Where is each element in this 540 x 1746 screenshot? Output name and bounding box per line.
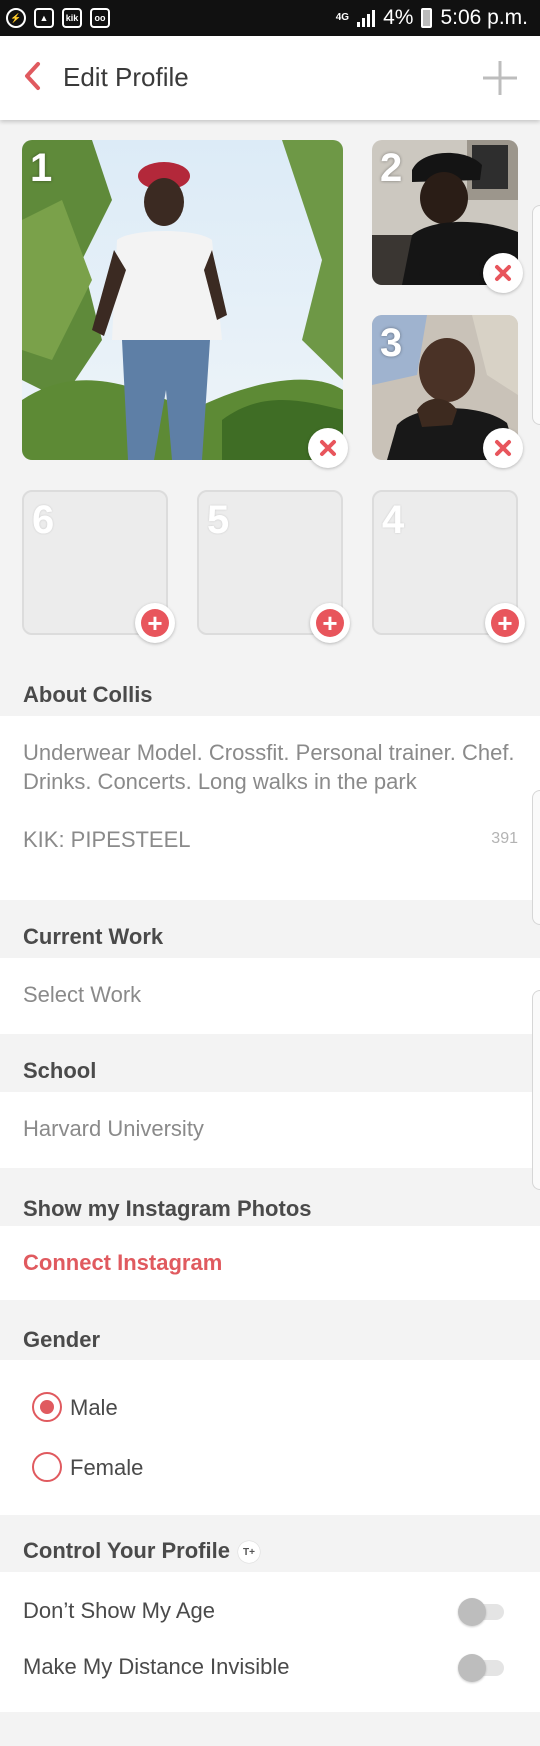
network-type: 4G	[335, 12, 350, 23]
photo-number: 2	[380, 146, 403, 190]
control-options: Don’t Show My Age Make My Distance Invis…	[0, 1572, 540, 1712]
photo-number: 1	[30, 146, 53, 190]
hide-distance-label: Make My Distance Invisible	[23, 1654, 290, 1679]
remove-photo-1-button[interactable]	[308, 428, 348, 468]
close-icon	[495, 440, 511, 456]
work-field[interactable]: Select Work	[0, 958, 540, 1034]
about-textarea[interactable]: Underwear Model. Crossfit. Personal trai…	[0, 716, 540, 900]
school-field[interactable]: Harvard University	[0, 1092, 540, 1168]
voicemail-icon: oo	[90, 8, 110, 28]
back-button[interactable]	[18, 58, 48, 94]
plus-icon	[483, 61, 517, 95]
gender-option-label[interactable]: Female	[70, 1455, 143, 1481]
plus-icon: +	[141, 609, 169, 637]
scroll-indicator[interactable]	[532, 790, 540, 925]
chevron-left-icon	[25, 62, 40, 90]
about-section-title: About Collis	[23, 682, 153, 707]
plus-icon: +	[491, 609, 519, 637]
battery-percent: 4%	[383, 6, 414, 29]
toggle-knob	[458, 1654, 486, 1682]
instagram-block: Connect Instagram	[0, 1226, 540, 1300]
photo-number: 5	[207, 498, 230, 542]
photo-slot-1[interactable]: 1	[22, 140, 343, 460]
control-title-text: Control Your Profile	[23, 1538, 230, 1563]
gender-options: Male Female	[0, 1360, 540, 1515]
add-photo-5-button[interactable]: +	[310, 603, 350, 643]
work-value: Select Work	[23, 982, 142, 1007]
radio-female[interactable]	[32, 1452, 62, 1482]
photo-number: 4	[382, 498, 405, 542]
scroll-indicator[interactable]	[532, 990, 540, 1190]
add-button[interactable]	[480, 58, 520, 98]
hide-age-label: Don’t Show My Age	[23, 1598, 215, 1623]
close-icon	[495, 265, 511, 281]
photo-number: 3	[380, 321, 403, 365]
work-section-title: Current Work	[23, 924, 164, 949]
app-header: Edit Profile	[0, 36, 540, 120]
scroll-indicator[interactable]	[532, 205, 540, 425]
tinder-plus-badge: T+	[237, 1541, 260, 1564]
toggle-knob	[458, 1598, 486, 1626]
signal-icon	[357, 9, 376, 27]
control-section-title: Control Your Profile T+	[23, 1538, 260, 1564]
school-section-title: School	[23, 1058, 97, 1083]
clock: 5:06 p.m.	[440, 6, 528, 29]
add-photo-4-button[interactable]: +	[485, 603, 525, 643]
hide-age-toggle[interactable]	[458, 1598, 504, 1626]
kik-icon: kik	[62, 8, 82, 28]
radio-male[interactable]	[32, 1392, 62, 1422]
image-icon: ▲	[34, 8, 54, 28]
photo-number: 6	[32, 498, 55, 542]
page-title: Edit Profile	[63, 62, 189, 92]
connect-instagram-link[interactable]: Connect Instagram	[23, 1250, 222, 1276]
add-photo-6-button[interactable]: +	[135, 603, 175, 643]
remove-photo-2-button[interactable]	[483, 253, 523, 293]
about-text: Underwear Model. Crossfit. Personal trai…	[23, 740, 515, 852]
remove-photo-3-button[interactable]	[483, 428, 523, 468]
character-counter: 391	[491, 830, 518, 847]
profile-photo	[22, 140, 343, 460]
status-bar: ⚡ ▲ kik oo 4G 4% 5:06 p.m.	[0, 0, 540, 36]
messenger-icon: ⚡	[6, 8, 26, 28]
school-value: Harvard University	[23, 1116, 204, 1141]
hide-distance-toggle[interactable]	[458, 1654, 504, 1682]
gender-option-label[interactable]: Male	[70, 1395, 118, 1421]
close-icon	[320, 440, 336, 456]
instagram-section-title: Show my Instagram Photos	[23, 1196, 312, 1221]
battery-icon	[421, 8, 433, 28]
gender-section-title: Gender	[23, 1327, 101, 1352]
plus-icon: +	[316, 609, 344, 637]
